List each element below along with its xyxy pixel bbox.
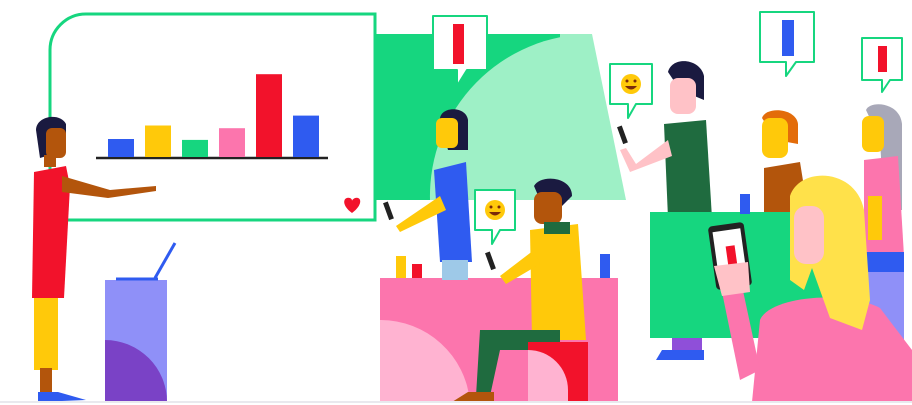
smiley-icon: [621, 74, 641, 94]
smiley-eye-right: [633, 79, 637, 83]
table-item-blue: [600, 254, 610, 278]
mint-triangle: [560, 34, 626, 200]
seated-man-face: [534, 192, 562, 224]
presenter-neck: [44, 155, 56, 167]
woman-blue-legs: [442, 260, 468, 280]
illustration-scene: [0, 11, 912, 403]
phone-2: [485, 251, 496, 271]
speech-bubble-2: [609, 63, 653, 119]
woman-blue-face: [436, 118, 458, 148]
standing-man-face: [670, 78, 696, 114]
red-bar-icon: [453, 24, 464, 64]
blue-bar-icon: [782, 20, 794, 56]
laptop-screen: [153, 242, 177, 279]
background-panels: [360, 34, 626, 200]
orange-man-face: [762, 118, 788, 158]
grey-woman-cup: [868, 196, 882, 240]
red-bar-icon: [878, 46, 887, 72]
grey-hair-woman: [860, 104, 904, 272]
podium: [105, 242, 177, 402]
presenter-leg-lower: [40, 368, 52, 394]
chart-bar-4: [219, 128, 245, 157]
chart-bar-1: [108, 139, 134, 157]
smiley-eye-right: [497, 205, 501, 209]
smiley-eye-left: [489, 205, 493, 209]
speech-bubble-5: [861, 37, 903, 93]
chart-bar-5: [256, 74, 282, 157]
chart-bar-2: [145, 125, 171, 157]
presenter-legs: [34, 298, 58, 370]
table-item-red: [412, 264, 422, 278]
phone-3: [617, 125, 628, 145]
speech-bubble-3: [474, 189, 516, 245]
standing-man-shirt: [664, 120, 712, 218]
standing-man-arm: [620, 140, 672, 172]
presenter-face: [46, 128, 66, 158]
presenter-shoe: [38, 392, 86, 402]
smiley-icon: [485, 200, 505, 220]
seated-man-body: [530, 224, 586, 340]
phone-1: [383, 201, 394, 221]
chart-bar-3: [182, 139, 208, 157]
blonde-face: [794, 206, 824, 264]
grey-woman-face: [862, 116, 884, 152]
seated-man-collar: [544, 222, 570, 234]
table-item-yellow: [396, 256, 406, 278]
standing-man-shoe: [656, 350, 704, 360]
chart-bar-6: [293, 115, 319, 157]
smiley-eye-left: [625, 79, 629, 83]
desk-item-blue: [740, 194, 750, 214]
speech-bubble-4: [759, 11, 815, 77]
